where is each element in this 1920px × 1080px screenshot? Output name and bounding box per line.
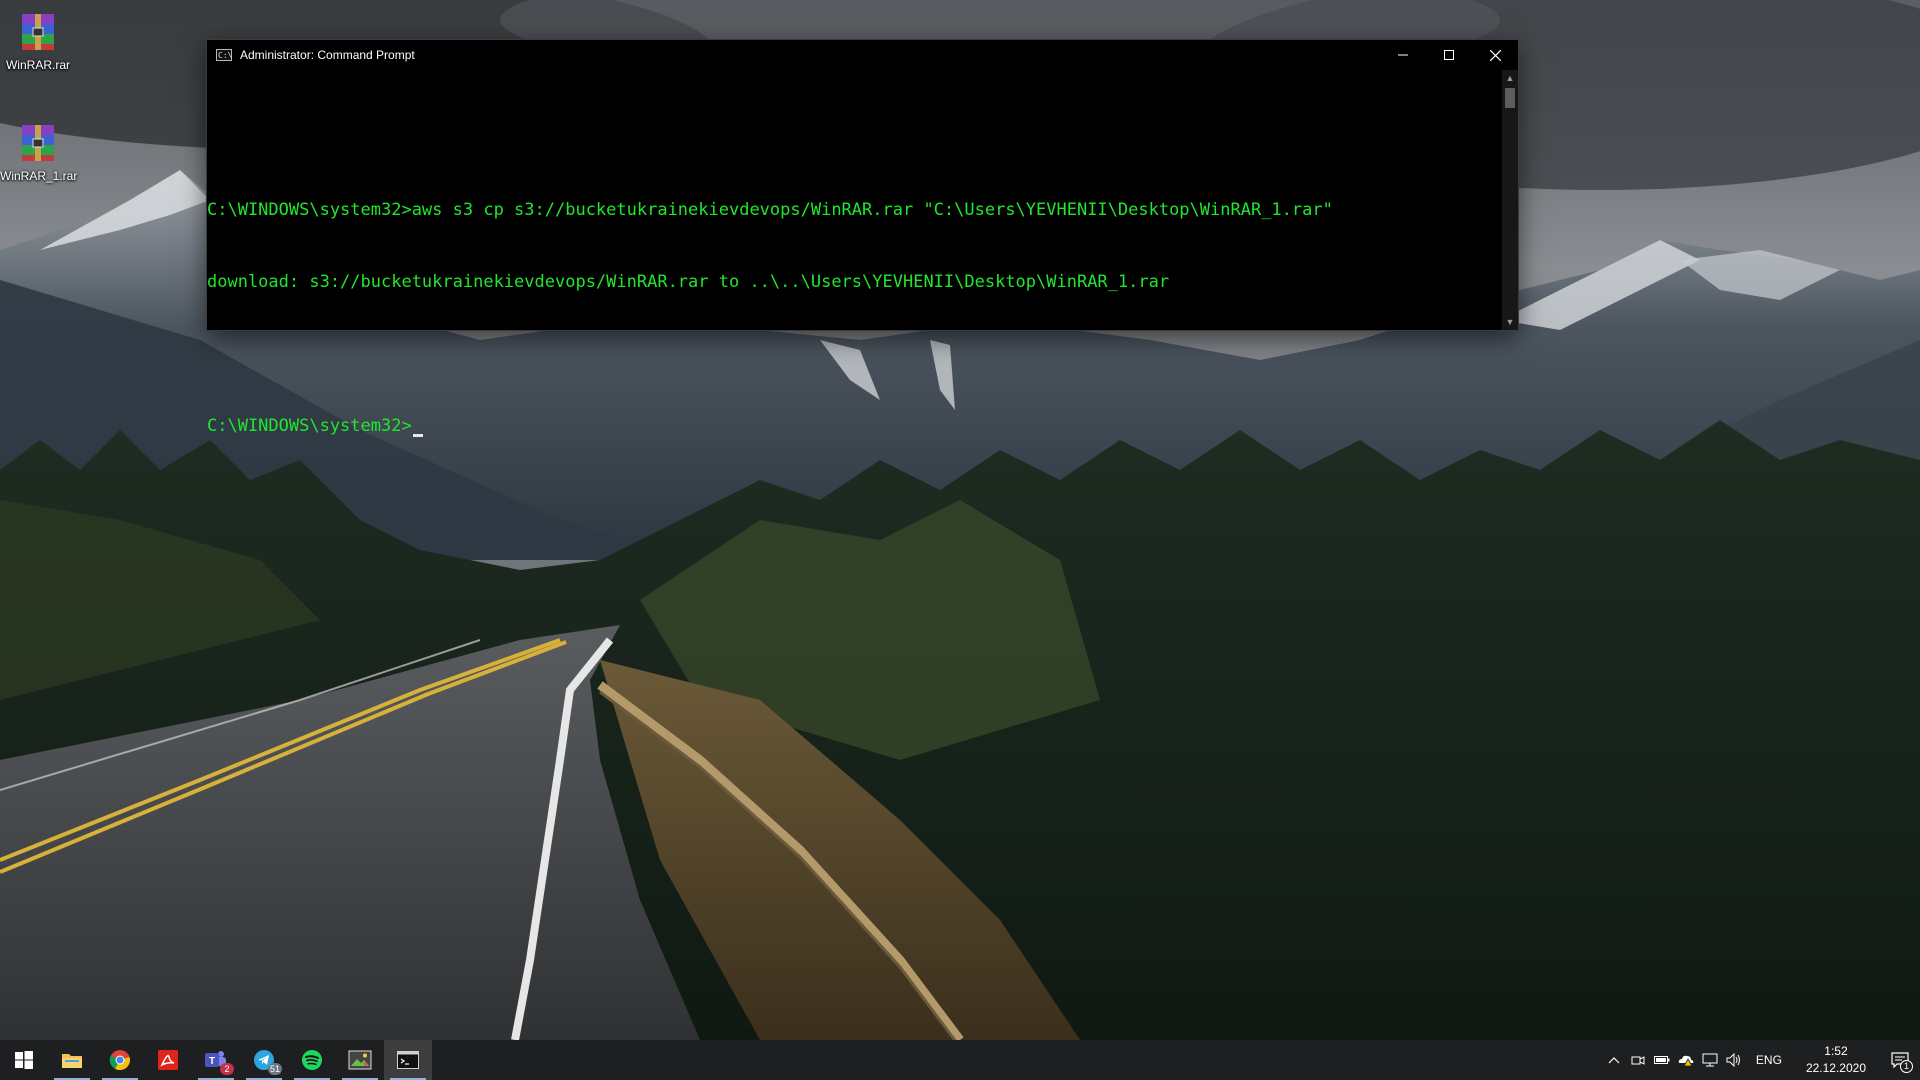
- video-camera-icon: [1631, 1056, 1645, 1065]
- console-output[interactable]: C:\WINDOWS\system32>aws s3 cp s3://bucke…: [207, 70, 1502, 437]
- desktop-icon-label: WinRAR_1.rar: [0, 169, 78, 183]
- maximize-icon: [1444, 50, 1454, 60]
- speaker-icon: [1726, 1053, 1740, 1067]
- taskbar-command-prompt[interactable]: [384, 1040, 432, 1080]
- notification-count: 1: [1900, 1060, 1913, 1073]
- winrar-archive-icon: [16, 10, 60, 54]
- chrome-icon: [109, 1050, 130, 1071]
- taskbar: T 2 51 ENG 1:52 22.12.2020 1: [0, 1040, 1920, 1080]
- tray-network[interactable]: [1698, 1040, 1722, 1080]
- desktop-icon-winrar-1[interactable]: WinRAR_1.rar: [0, 121, 78, 183]
- network-icon: [1702, 1053, 1718, 1067]
- chevron-up-icon: [1608, 1057, 1620, 1064]
- text-cursor: [412, 434, 423, 437]
- taskbar-telegram[interactable]: 51: [240, 1040, 288, 1080]
- tray-meet-now[interactable]: [1626, 1040, 1650, 1080]
- tray-volume[interactable]: [1722, 1040, 1746, 1080]
- window-titlebar[interactable]: C:\ Administrator: Command Prompt: [207, 40, 1518, 70]
- clock-date: 22.12.2020: [1805, 1061, 1866, 1075]
- taskbar-spotify[interactable]: [288, 1040, 336, 1080]
- tray-onedrive[interactable]: [1674, 1040, 1698, 1080]
- photos-icon: [348, 1050, 372, 1070]
- desktop-icon-label: WinRAR.rar: [5, 58, 70, 72]
- command-prompt-window[interactable]: C:\ Administrator: Command Prompt C:\WIN…: [206, 39, 1519, 437]
- taskbar-chrome[interactable]: [96, 1040, 144, 1080]
- minimize-button[interactable]: [1380, 40, 1426, 70]
- close-button[interactable]: [1472, 40, 1518, 70]
- telegram-badge: 51: [268, 1063, 282, 1075]
- console-line: C:\WINDOWS\system32>aws s3 cp s3://bucke…: [207, 200, 1333, 220]
- input-language[interactable]: ENG: [1746, 1053, 1792, 1067]
- action-center-button[interactable]: 1: [1880, 1040, 1920, 1080]
- scroll-down-arrow-icon[interactable]: ▼: [1502, 314, 1518, 330]
- cmd-window-icon: C:\: [216, 49, 233, 61]
- desktop-icon-winrar[interactable]: WinRAR.rar: [0, 10, 76, 72]
- taskbar-file-explorer[interactable]: [48, 1040, 96, 1080]
- battery-icon: [1653, 1056, 1670, 1064]
- acrobat-icon: [158, 1050, 178, 1070]
- minimize-icon: [1398, 54, 1408, 56]
- scroll-up-arrow-icon[interactable]: ▲: [1502, 70, 1518, 86]
- window-title: Administrator: Command Prompt: [240, 48, 415, 62]
- teams-badge: 2: [220, 1063, 234, 1075]
- taskbar-photos[interactable]: [336, 1040, 384, 1080]
- tray-battery[interactable]: [1650, 1040, 1674, 1080]
- onedrive-warning-icon: [1678, 1055, 1694, 1067]
- console-prompt-line[interactable]: C:\WINDOWS\system32>: [207, 414, 1502, 438]
- windows-logo-icon: [15, 1051, 33, 1069]
- vertical-scrollbar[interactable]: ▲ ▼: [1502, 70, 1518, 330]
- taskbar-clock[interactable]: 1:52 22.12.2020: [1792, 1043, 1880, 1077]
- cmd-icon: [397, 1051, 419, 1069]
- taskbar-acrobat[interactable]: [144, 1040, 192, 1080]
- close-icon: [1489, 49, 1501, 61]
- maximize-button[interactable]: [1426, 40, 1472, 70]
- scroll-thumb[interactable]: [1505, 88, 1515, 108]
- system-tray: ENG 1:52 22.12.2020 1: [1602, 1040, 1920, 1080]
- console-line: download: s3://bucketukrainekievdevops/W…: [207, 272, 1170, 292]
- winrar-archive-icon: [16, 121, 60, 165]
- taskbar-teams[interactable]: T 2: [192, 1040, 240, 1080]
- spotify-icon: [302, 1050, 322, 1070]
- clock-time: 1:52: [1824, 1044, 1848, 1058]
- start-button[interactable]: [0, 1040, 48, 1080]
- prompt-text: C:\WINDOWS\system32>: [207, 416, 412, 436]
- folder-icon: [62, 1054, 82, 1068]
- show-hidden-icons-button[interactable]: [1602, 1040, 1626, 1080]
- svg-text:T: T: [209, 1056, 215, 1067]
